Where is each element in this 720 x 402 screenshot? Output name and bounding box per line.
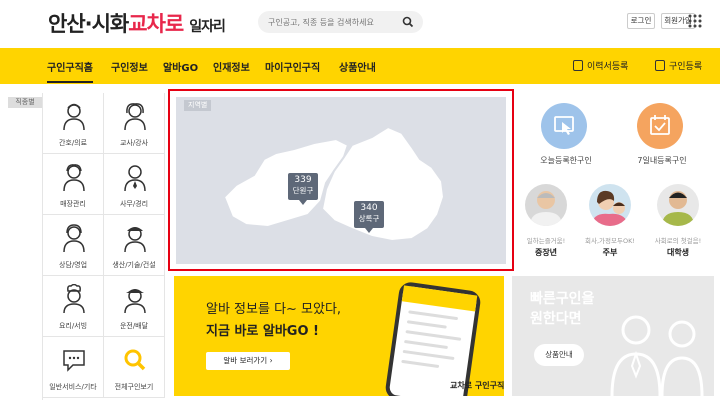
phone-illustration [384,280,482,396]
albago-view-button[interactable]: 알바 보러가기 › [206,352,290,370]
fast-hire-line1: 빠른구인을 [530,291,595,307]
albago-banner-line1: 알바 정보를 다~ 모았다, [206,302,342,317]
search-icon[interactable] [401,15,415,29]
nav-products[interactable]: 상품안내 [339,59,376,74]
search-box [258,11,423,33]
jobtype-label: 일반서비스/기타 [49,383,97,391]
store-manager-icon [63,164,85,192]
fast-hire-line2: 원한다면 [530,311,582,327]
persona-desc: 일하는즐거움! [526,237,566,245]
persona-senior[interactable]: 일하는즐거움! 중장년 [514,184,578,264]
today-jobs-link[interactable]: 오늘등록한구인 [518,93,614,173]
jobtype-label: 운전/배달 [119,322,149,330]
jobtype-grid: 간호/의료 교사/강사 매장관리 사무/경리 상담/영업 생산/기술/건설 요리… [42,93,165,400]
nav-albago[interactable]: 알바GO [163,59,198,74]
chef-icon [63,284,85,314]
jobtype-general[interactable]: 일반서비스/기타 [43,337,104,398]
danwon-pin[interactable]: 339 단원구 [288,173,318,205]
student-avatar [657,184,699,226]
logo-brand-text: 교차로 [128,12,184,36]
job-post-label: 구인등록 [669,62,703,72]
jobtype-label: 간호/의료 [58,139,88,147]
nav-talent-info[interactable]: 인재정보 [213,59,250,74]
chat-bubble-icon [63,350,85,372]
banner-logo: 교차로 구인구직 [450,381,504,390]
calendar-check-icon [650,115,670,135]
albago-banner-line2: 지금 바로 알바GO ! [206,324,319,339]
sangnok-pin[interactable]: 340 상록구 [354,201,384,233]
site-logo[interactable]: 안산·시화교차로 일자리 [48,8,226,38]
jobtype-driving[interactable]: 운전/배달 [104,276,165,337]
jobtype-production[interactable]: 생산/기술/건설 [104,215,165,276]
resume-label: 이력서등록 [587,62,629,72]
headset-icon [63,224,85,253]
albago-banner[interactable]: 알바 정보를 다~ 모았다, 지금 바로 알바GO ! 알바 보러가기 › 교차… [174,276,504,396]
jobtype-label: 생산/기술/건설 [112,261,156,269]
week-label: 7일내등록구인 [637,156,687,165]
jobtype-store[interactable]: 매장관리 [43,154,104,215]
jobtype-label: 상담/영업 [58,261,88,269]
persona-homemaker[interactable]: 회사,가정모두OK! 주부 [578,184,642,264]
jobtype-nursing[interactable]: 간호/의료 [43,93,104,154]
nurse-icon [63,103,85,131]
job-post-icon [655,60,665,71]
search-input[interactable] [268,14,398,30]
pin-count: 340 [360,203,378,213]
persona-student[interactable]: 사회로의 첫걸음! 대학생 [646,184,710,264]
jobtype-office[interactable]: 사무/경리 [104,154,165,215]
jobtype-sales[interactable]: 상담/영업 [43,215,104,276]
jobtype-teacher[interactable]: 교사/강사 [104,93,165,154]
week-jobs-link[interactable]: 7일내등록구인 [614,93,710,173]
region-map-panel: 지역별 339 단원구 340 상록구 [168,89,514,271]
search-icon [124,349,146,371]
main-nav: 구인구직홈 구인정보 알바GO 인재정보 마이구인구직 상품안내 이력서등록 구… [0,48,720,84]
login-button[interactable]: 로그인 [627,13,655,29]
region-map: 지역별 339 단원구 340 상록구 [176,97,506,264]
pin-label: 상록구 [358,214,380,223]
product-info-button[interactable]: 상품안내 [534,344,584,366]
today-label: 오늘등록한구인 [540,156,592,165]
resume-register-link[interactable]: 이력서등록 [573,59,628,72]
jobtype-tag: 직종별 [8,97,42,108]
nav-job-home[interactable]: 구인구직홈 [47,59,93,83]
job-register-link[interactable]: 구인등록 [655,59,702,72]
jobtype-cooking[interactable]: 요리/서빙 [43,276,104,337]
logo-region-text: 안산·시화 [48,12,129,36]
senior-avatar [525,184,567,226]
resume-icon [573,60,583,71]
homemaker-avatar [589,184,631,226]
logo-sub-text: 일자리 [189,19,226,35]
teacher-icon [124,103,146,131]
hard-hat-icon [124,227,146,253]
nav-my-job[interactable]: 마이구인구직 [265,59,320,74]
office-worker-icon [124,165,146,192]
persona-desc: 회사,가정모두OK! [585,237,635,245]
site-header: 안산·시화교차로일자리 로그인 회원가입 [0,0,720,48]
jobtype-label: 요리/서빙 [58,322,88,330]
pin-label: 단원구 [292,186,314,195]
pin-count: 339 [294,175,312,185]
driver-icon [124,289,146,314]
persona-title: 대학생 [666,248,690,257]
nav-job-info[interactable]: 구인정보 [111,59,148,74]
cursor-icon [554,116,574,135]
today-circle [541,103,587,149]
jobtype-label: 매장관리 [60,200,86,208]
jobtype-label: 전체구인보기 [114,383,154,391]
fast-hire-banner[interactable]: 빠른구인을 원한다면 상품안내 [512,276,714,396]
jobtype-label: 교사/강사 [119,139,149,147]
people-outline-icon [610,315,704,396]
jobtype-all[interactable]: 전체구인보기 [104,337,165,398]
persona-title: 주부 [602,248,618,257]
persona-title: 중장년 [534,248,558,257]
jobtype-label: 사무/경리 [119,200,149,208]
persona-desc: 사회로의 첫걸음! [654,237,702,245]
region-map-shape [222,125,446,243]
menu-grid-icon[interactable] [687,13,703,29]
week-circle [637,103,683,149]
